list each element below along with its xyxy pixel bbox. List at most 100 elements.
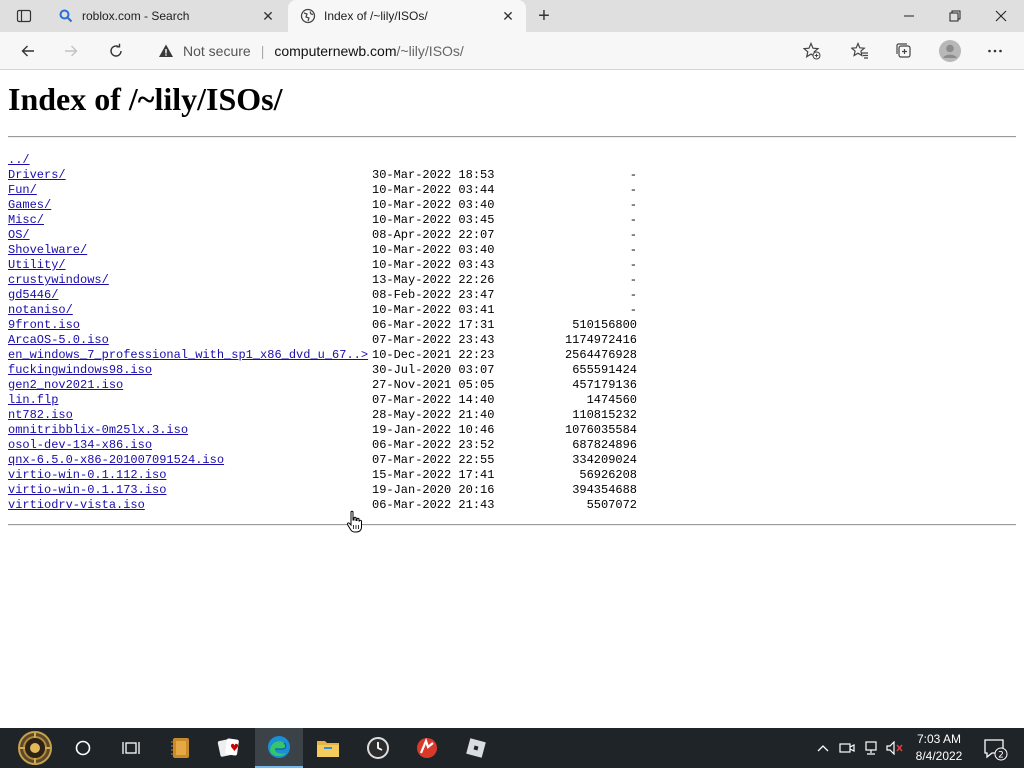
file-size: - <box>629 258 637 272</box>
close-window-button[interactable] <box>978 0 1024 32</box>
more-icon <box>988 49 1002 53</box>
svg-text:♥: ♥ <box>230 743 239 754</box>
file-size: - <box>629 183 637 197</box>
file-row: 9front.iso 06-Mar-2022 17:31 510156800 <box>8 318 648 333</box>
file-link[interactable]: omnitribblix-0m25lx.3.iso <box>8 423 188 438</box>
task-view-button[interactable] <box>107 728 155 768</box>
taskbar-roblox[interactable] <box>452 728 500 768</box>
search-icon <box>58 8 74 24</box>
show-hidden-icons-button[interactable] <box>813 728 833 768</box>
directory-link[interactable]: Shovelware/ <box>8 243 87 258</box>
directory-row: gd5446/08-Feb-2022 23:47 - <box>8 288 648 303</box>
profile-button[interactable] <box>936 37 964 65</box>
file-link[interactable]: fuckingwindows98.iso <box>8 363 152 378</box>
add-favorite-button[interactable] <box>798 37 826 65</box>
taskbar-solitaire[interactable]: ♥ <box>206 728 254 768</box>
hand-cursor-icon <box>346 510 362 533</box>
minimize-button[interactable] <box>886 0 932 32</box>
taskbar-edge[interactable] <box>255 728 303 768</box>
address-separator: | <box>260 43 265 59</box>
file-size: 394354688 <box>572 483 637 497</box>
collections-button[interactable] <box>890 37 918 65</box>
minimize-icon <box>904 15 914 17</box>
directory-link[interactable]: gd5446/ <box>8 288 58 303</box>
file-link[interactable]: nt782.iso <box>8 408 73 423</box>
modified-date: 10-Dec-2021 22:23 <box>372 348 495 362</box>
address-bar[interactable]: Not secure | computernewb.com/~lily/ISOs… <box>145 36 835 66</box>
file-link[interactable]: ArcaOS-5.0.iso <box>8 333 109 348</box>
clock-app-icon <box>367 737 389 759</box>
modified-date: 07-Mar-2022 14:40 <box>372 393 495 407</box>
modified-date: 10-Mar-2022 03:45 <box>372 213 495 227</box>
warning-icon[interactable] <box>157 42 175 60</box>
tab-actions-button[interactable] <box>8 4 40 28</box>
file-link[interactable]: en_windows_7_professional_with_sp1_x86_d… <box>8 348 368 363</box>
notification-center-button[interactable]: 2 <box>982 736 1008 762</box>
new-tab-button[interactable]: + <box>532 4 556 28</box>
tray-meet-now[interactable] <box>836 728 858 768</box>
parent-directory-link[interactable]: ../ <box>8 153 30 168</box>
directory-row: Utility/10-Mar-2022 03:43 - <box>8 258 648 273</box>
top-divider <box>8 136 1016 138</box>
tab-index-of-isos[interactable]: Index of /~lily/ISOs/ ✕ <box>288 0 526 32</box>
directory-link[interactable]: notaniso/ <box>8 303 73 318</box>
file-size: - <box>629 213 637 227</box>
security-label[interactable]: Not secure <box>183 43 251 59</box>
directory-link[interactable]: Utility/ <box>8 258 66 273</box>
directory-listing: ../ Drivers/30-Mar-2022 18:53- Fun/10-Mar… <box>8 153 648 513</box>
directory-row: Drivers/30-Mar-2022 18:53 - <box>8 168 648 183</box>
cortana-icon <box>75 740 91 756</box>
taskbar-notebook-app[interactable] <box>157 728 205 768</box>
modified-date: 10-Mar-2022 03:41 <box>372 303 495 317</box>
file-row: fuckingwindows98.iso 30-Jul-2020 03:07 655… <box>8 363 648 378</box>
tray-volume[interactable] <box>884 728 906 768</box>
file-link[interactable]: osol-dev-134-x86.iso <box>8 438 152 453</box>
cortana-button[interactable] <box>59 728 107 768</box>
back-button[interactable] <box>14 37 42 65</box>
start-button[interactable] <box>10 728 60 768</box>
file-size: 1076035584 <box>564 423 637 437</box>
directory-link[interactable]: OS/ <box>8 228 30 243</box>
modified-date: 08-Apr-2022 22:07 <box>372 228 495 242</box>
file-link[interactable]: virtio-win-0.1.173.iso <box>8 483 166 498</box>
file-size: - <box>629 168 637 182</box>
file-link[interactable]: 9front.iso <box>8 318 80 333</box>
taskbar-file-explorer[interactable] <box>304 728 352 768</box>
file-row: osol-dev-134-x86.iso 06-Mar-2022 23:52 687… <box>8 438 648 453</box>
meet-now-icon <box>839 743 855 753</box>
forward-button[interactable] <box>57 37 85 65</box>
directory-link[interactable]: Misc/ <box>8 213 44 228</box>
url-path: /~lily/ISOs/ <box>396 43 464 59</box>
taskbar-clock[interactable]: 7:03 AM 8/4/2022 <box>904 731 974 765</box>
file-link[interactable]: virtio-win-0.1.112.iso <box>8 468 166 483</box>
close-tab-icon[interactable]: ✕ <box>256 4 280 28</box>
file-link[interactable]: gen2_nov2021.iso <box>8 378 123 393</box>
tray-network[interactable] <box>860 728 882 768</box>
directory-link[interactable]: Drivers/ <box>8 168 66 183</box>
restore-button[interactable] <box>932 0 978 32</box>
plus-icon: + <box>538 4 550 27</box>
file-row: virtio-win-0.1.173.iso 19-Jan-2020 20:16 3… <box>8 483 648 498</box>
refresh-button[interactable] <box>102 37 130 65</box>
file-size: - <box>629 303 637 317</box>
bottom-divider <box>8 524 1016 526</box>
taskbar-winamp[interactable] <box>403 728 451 768</box>
modified-date: 10-Mar-2022 03:44 <box>372 183 495 197</box>
file-link[interactable]: lin.flp <box>8 393 58 408</box>
file-size: 687824896 <box>572 438 637 452</box>
taskbar-clock-app[interactable] <box>354 728 402 768</box>
modified-date: 27-Nov-2021 05:05 <box>372 378 495 392</box>
winamp-icon <box>417 737 437 758</box>
taskbar: ♥ 7:03 AM 8/4/2022 2 <box>0 728 1024 768</box>
tab-roblox-search[interactable]: roblox.com - Search ✕ <box>46 0 286 32</box>
globe-icon <box>300 8 316 24</box>
directory-link[interactable]: Fun/ <box>8 183 37 198</box>
clock-time: 7:03 AM <box>916 732 962 746</box>
file-link[interactable]: virtiodrv-vista.iso <box>8 498 145 513</box>
directory-link[interactable]: Games/ <box>8 198 51 213</box>
favorites-button[interactable] <box>846 37 874 65</box>
close-tab-icon[interactable]: ✕ <box>496 4 520 28</box>
directory-link[interactable]: crustywindows/ <box>8 273 109 288</box>
settings-menu-button[interactable] <box>981 37 1009 65</box>
file-link[interactable]: qnx-6.5.0-x86-201007091524.iso <box>8 453 224 468</box>
